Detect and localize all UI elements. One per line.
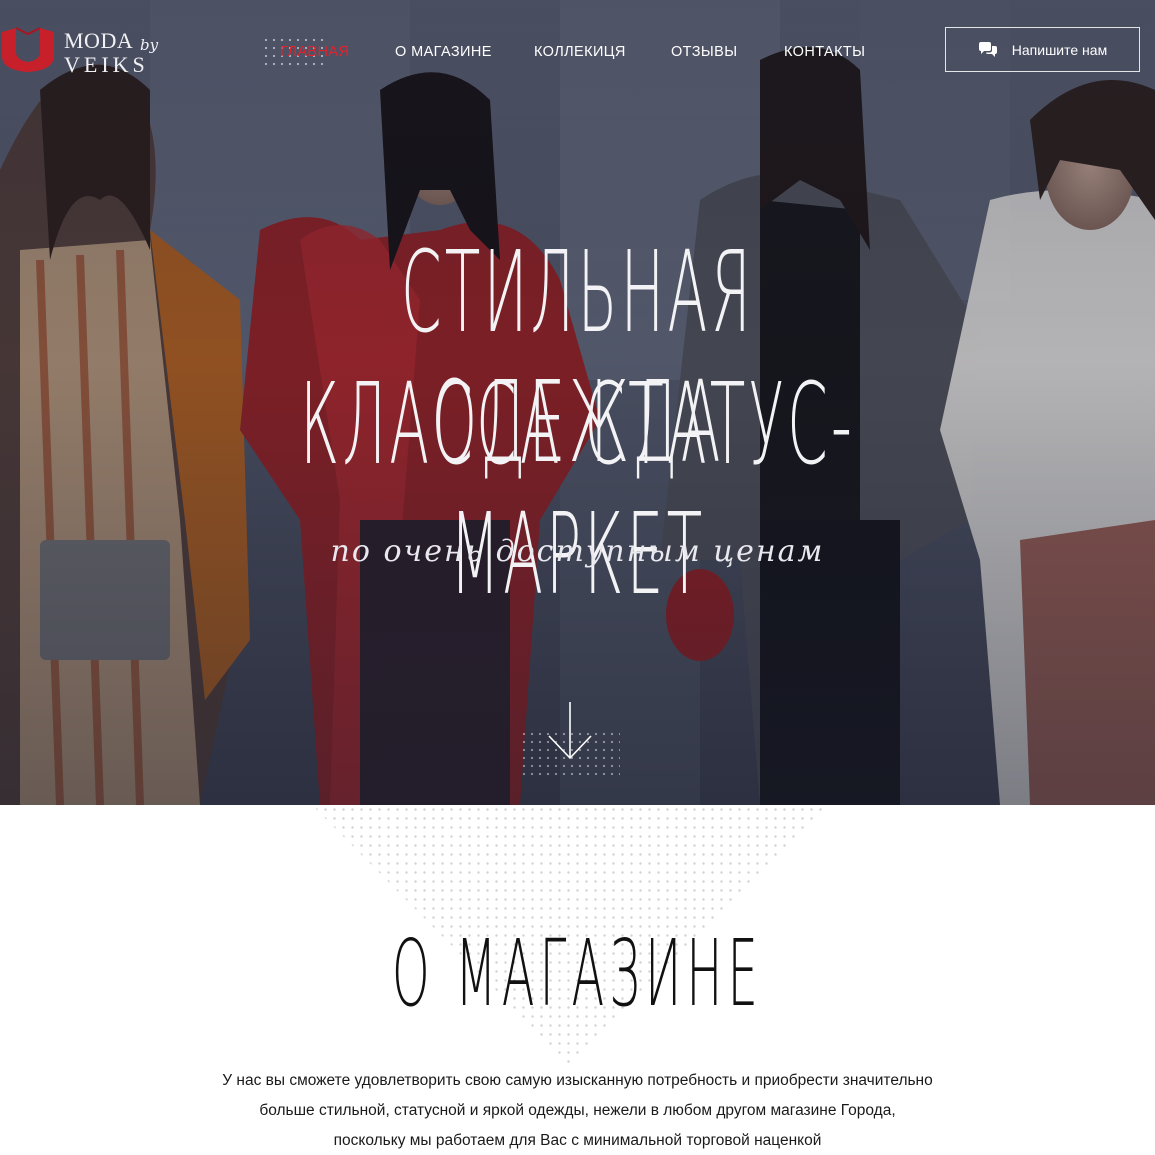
arrow-down-icon <box>548 702 592 760</box>
hero-tagline: по очень доступным ценам <box>330 534 825 569</box>
nav-item-contacts[interactable]: КОНТАКТЫ <box>784 44 865 60</box>
write-us-label: Напишите нам <box>1011 41 1108 58</box>
scroll-down-button[interactable] <box>520 700 620 780</box>
nav-item-home[interactable]: ГЛАВНАЯ <box>280 44 349 60</box>
write-us-button[interactable]: Напишите нам <box>945 27 1140 72</box>
nav-item-collection[interactable]: КОЛЛЕКИЦЯ <box>534 44 626 60</box>
about-title: О МАГАЗИНЕ <box>391 920 763 1027</box>
nav-item-reviews[interactable]: ОТЗЫВЫ <box>671 44 737 60</box>
about-text-line3: поскольку мы работаем для Вас с минималь… <box>333 1132 822 1149</box>
chat-bubbles-icon <box>978 41 997 57</box>
about-text-line2: больше стильной, статусной и яркой одежд… <box>259 1102 896 1119</box>
about-description: У нас вы сможете удовлетворить свою саму… <box>170 1066 985 1155</box>
nav-item-about[interactable]: О МАГАЗИНЕ <box>395 44 492 60</box>
about-text-line1: У нас вы сможете удовлетворить свою саму… <box>222 1072 933 1089</box>
hero-headline-line2: КЛАССА СТАТУС-МАРКЕТ <box>299 360 856 620</box>
